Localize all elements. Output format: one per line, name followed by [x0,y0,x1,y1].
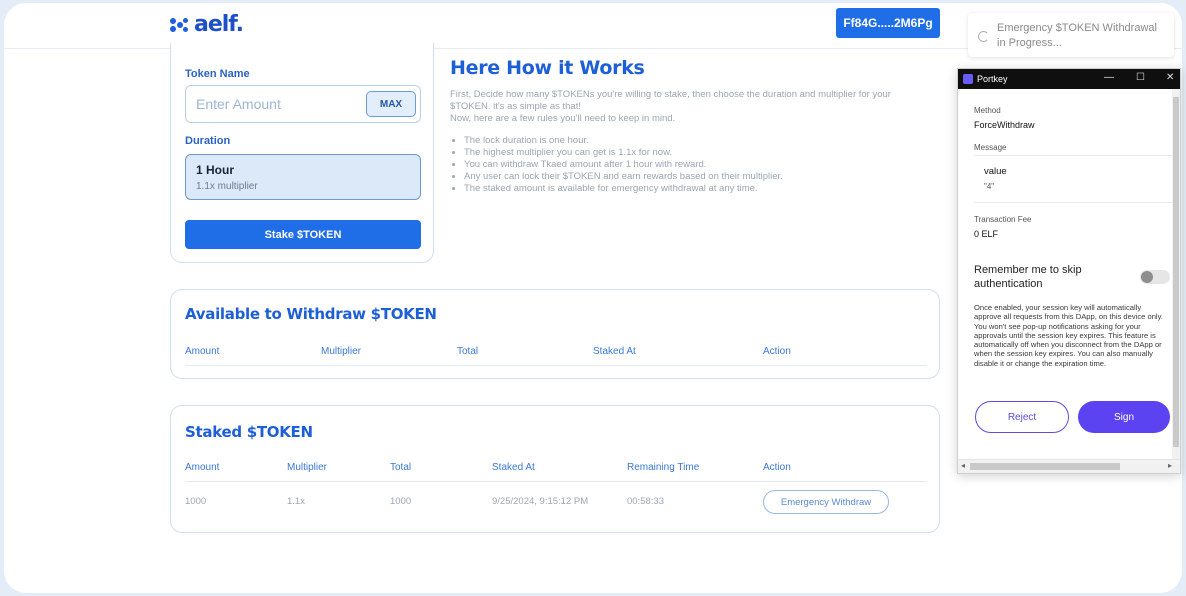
withdrawal-toast: Emergency $TOKEN Withdrawal in Progress.… [968,13,1174,57]
emergency-withdraw-button[interactable]: Emergency Withdraw [763,490,889,514]
method-label: Method [974,106,1001,115]
remember-me-label: Remember me to skip authentication [974,264,1082,290]
remember-me-toggle[interactable] [1140,270,1170,284]
logo-dots-icon [170,16,190,34]
portkey-app-icon [963,74,973,84]
column-header-total: Total [457,346,479,357]
message-value: "4" [984,182,995,191]
message-label: Message [974,143,1007,152]
column-header-staked-at: Staked At [593,346,636,357]
rule-item: The highest multiplier you can get is 1.… [464,147,930,159]
loading-spinner-icon [978,31,989,42]
rule-item: The lock duration is one hour. [464,135,930,147]
rules-list: The lock duration is one hour. The highe… [464,135,930,195]
stake-token-button[interactable]: Stake $TOKEN [185,220,421,249]
scroll-right-icon[interactable]: ▸ [1168,461,1172,470]
amount-input[interactable]: Enter Amount MAX [185,85,421,123]
vertical-scrollbar[interactable] [1172,89,1180,459]
column-header-multiplier: Multiplier [287,462,328,473]
horizontal-scrollbar[interactable]: ◂ ▸ [958,459,1180,473]
rule-item: Any user can lock their $TOKEN and earn … [464,171,930,183]
column-header-remaining-time: Remaining Time [627,462,700,473]
duration-option-1-hour[interactable]: 1 Hour 1.1x multiplier [185,154,421,200]
column-header-multiplier: Multiplier [321,346,362,357]
close-icon[interactable]: ✕ [1166,72,1174,83]
max-button[interactable]: MAX [366,91,416,117]
message-key: value [984,166,1007,177]
duration-multiplier: 1.1x multiplier [196,181,258,192]
staked-table-card: Staked $TOKEN Amount Multiplier Total St… [170,405,940,533]
column-header-amount: Amount [185,346,220,357]
rule-item: The staked amount is available for emerg… [464,183,930,195]
cell-remaining-time: 00:58:33 [627,496,664,507]
fee-label: Transaction Fee [974,215,1032,224]
token-name-label: Token Name [185,68,250,80]
withdraw-table-title: Available to Withdraw $TOKEN [185,305,437,323]
how-it-works-section: Here How it Works First, Decide how many… [450,57,930,195]
portkey-window-title: Portkey [977,74,1008,84]
staked-table-title: Staked $TOKEN [185,423,313,441]
withdraw-table-card: Available to Withdraw $TOKEN Amount Mult… [170,289,940,379]
duration-value: 1 Hour [196,163,235,177]
column-header-action: Action [763,462,791,473]
column-header-total: Total [390,462,412,473]
table-divider [185,481,927,482]
maximize-icon[interactable]: ☐ [1136,72,1145,83]
how-it-works-title: Here How it Works [450,57,645,79]
cell-amount: 1000 [185,496,207,507]
how-it-works-intro: First, Decide how many $TOKENs you're wi… [450,89,891,112]
portkey-popup-window: Portkey — ☐ ✕ Method ForceWithdraw Messa… [957,68,1181,474]
column-header-staked-at: Staked At [492,462,535,473]
fee-value: 0 ELF [974,229,999,239]
message-box: value "4" [974,155,1174,203]
cell-staked-at: 9/25/2024, 9:15:12 PM [492,496,589,507]
rule-item: You can withdraw Tkaed amount after 1 ho… [464,159,930,171]
column-header-amount: Amount [185,462,220,473]
portkey-body: Method ForceWithdraw Message value "4" T… [958,89,1174,459]
logo-text: aelf. [194,12,244,37]
table-divider [185,365,927,366]
stake-form-card: Token Name Enter Amount MAX Duration 1 H… [170,43,434,263]
column-header-action: Action [763,346,791,357]
cell-total: 1000 [390,496,412,507]
session-key-description: Once enabled, your session key will auto… [974,303,1163,368]
minimize-icon[interactable]: — [1104,72,1114,83]
toggle-knob [1141,271,1153,283]
cell-multiplier: 1.1x [287,496,305,507]
toast-message: Emergency $TOKEN Withdrawal in Progress.… [997,22,1157,49]
sign-button[interactable]: Sign [1078,401,1170,433]
how-it-works-rules-intro: Now, here are a few rules you'll need to… [450,113,676,124]
duration-label: Duration [185,135,231,147]
aelf-logo[interactable]: aelf. [170,12,244,37]
scroll-left-icon[interactable]: ◂ [961,461,965,470]
scrollbar-thumb[interactable] [1173,97,1179,447]
wallet-address-button[interactable]: Ff84G.....2M6Pg [836,8,940,38]
amount-placeholder: Enter Amount [196,96,281,112]
scrollbar-thumb[interactable] [970,463,1120,470]
method-value: ForceWithdraw [974,120,1035,130]
reject-button[interactable]: Reject [975,401,1069,433]
portkey-titlebar: Portkey — ☐ ✕ [958,69,1180,89]
